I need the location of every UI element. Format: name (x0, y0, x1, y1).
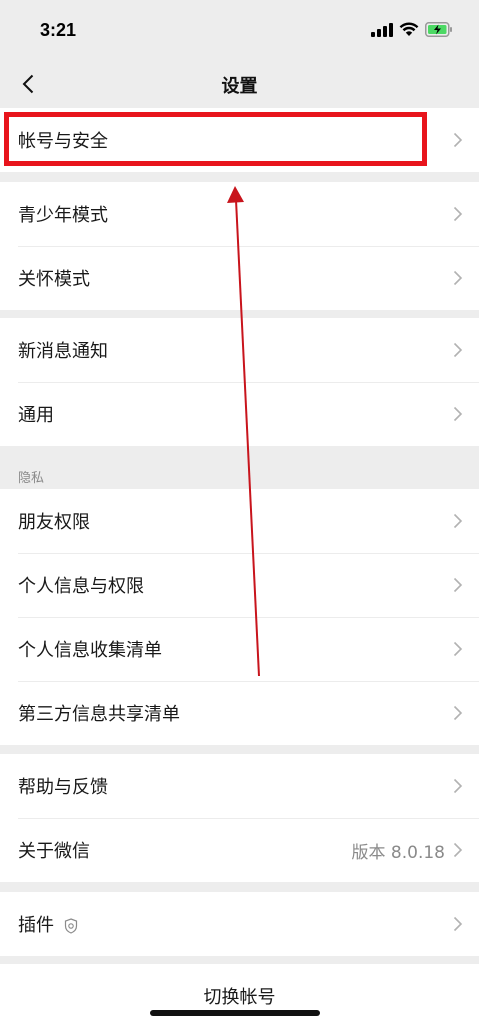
settings-item-label-wrap: 插件 (18, 911, 78, 937)
settings-item-third-party-sharing-list[interactable]: 第三方信息共享清单 (0, 681, 479, 745)
settings-item-care-mode[interactable]: 关怀模式 (0, 246, 479, 310)
cellular-signal-icon (371, 22, 393, 37)
chevron-right-icon (453, 406, 463, 422)
home-indicator (150, 1010, 320, 1016)
settings-group-privacy: 朋友权限 个人信息与权限 个人信息收集清单 第三方信息共享清单 (0, 489, 479, 745)
settings-item-label: 朋友权限 (18, 512, 90, 533)
settings-item-label: 插件 (18, 915, 54, 936)
settings-item-label: 新消息通知 (18, 341, 108, 362)
settings-item-label: 青少年模式 (18, 205, 108, 226)
settings-item-label: 个人信息与权限 (18, 576, 144, 597)
settings-group-notifications: 新消息通知 通用 (0, 318, 479, 446)
settings-group-account: 帐号与安全 (0, 108, 479, 172)
chevron-right-icon (453, 577, 463, 593)
settings-item-label: 帐号与安全 (18, 131, 108, 152)
settings-item-help-feedback[interactable]: 帮助与反馈 (0, 754, 479, 818)
settings-item-label: 通用 (18, 405, 54, 426)
settings-item-personal-info-collection-list[interactable]: 个人信息收集清单 (0, 617, 479, 681)
page-title: 设置 (221, 76, 258, 97)
chevron-right-icon (453, 132, 463, 148)
chevron-right-icon (453, 513, 463, 529)
settings-item-account-security[interactable]: 帐号与安全 (0, 108, 479, 172)
settings-item-plugins[interactable]: 插件 (0, 892, 479, 956)
chevron-right-icon (453, 705, 463, 721)
settings-item-youth-mode[interactable]: 青少年模式 (0, 182, 479, 246)
nav-bar: 设置 (0, 60, 479, 108)
settings-item-general[interactable]: 通用 (0, 382, 479, 446)
settings-item-label: 关于微信 (18, 841, 90, 862)
settings-item-about-wechat[interactable]: 关于微信 版本 8.0.18 (0, 818, 479, 882)
chevron-right-icon (453, 916, 463, 932)
chevron-right-icon (453, 842, 463, 858)
status-time: 3:21 (40, 20, 77, 40)
settings-item-new-message-notification[interactable]: 新消息通知 (0, 318, 479, 382)
chevron-right-icon (453, 641, 463, 657)
settings-item-label: 帮助与反馈 (18, 777, 108, 798)
settings-item-label: 关怀模式 (18, 269, 90, 290)
chevron-right-icon (453, 206, 463, 222)
chevron-right-icon (453, 342, 463, 358)
settings-group-plugins: 插件 (0, 892, 479, 956)
status-bar: 3:21 (0, 0, 479, 60)
settings-item-label: 个人信息收集清单 (18, 640, 162, 661)
settings-item-friend-permissions[interactable]: 朋友权限 (0, 489, 479, 553)
settings-group-modes: 青少年模式 关怀模式 (0, 182, 479, 310)
plugin-icon (64, 918, 78, 934)
settings-item-label: 第三方信息共享清单 (18, 704, 180, 725)
section-header-privacy: 隐私 (18, 471, 45, 486)
settings-group-help-about: 帮助与反馈 关于微信 版本 8.0.18 (0, 754, 479, 882)
switch-account-button[interactable]: 切换帐号 (0, 983, 479, 1009)
battery-charging-icon (425, 22, 452, 37)
version-value: 版本 8.0.18 (351, 842, 445, 863)
chevron-right-icon (453, 270, 463, 286)
settings-item-personal-info-permissions[interactable]: 个人信息与权限 (0, 553, 479, 617)
status-icons (371, 22, 453, 37)
wifi-icon (399, 22, 419, 36)
chevron-right-icon (453, 778, 463, 794)
